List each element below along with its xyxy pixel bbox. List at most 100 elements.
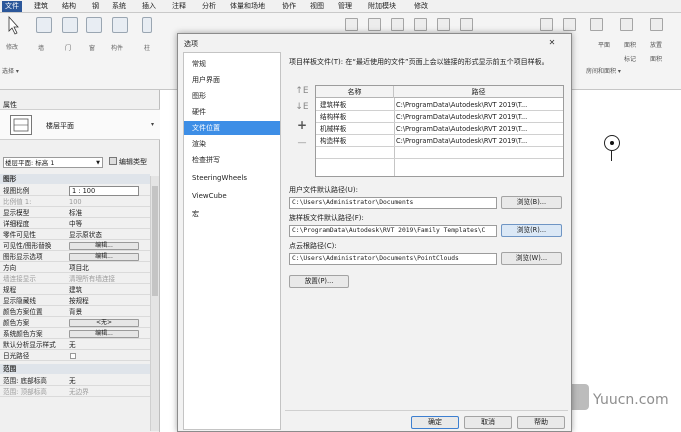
remove-icon[interactable]: — bbox=[295, 138, 309, 148]
wall-icon bbox=[36, 17, 52, 33]
tab-modify[interactable]: 修改 bbox=[414, 1, 428, 12]
nav-item-macros[interactable]: 宏 bbox=[184, 207, 280, 221]
nav-item-spelling[interactable]: 检查拼写 bbox=[184, 153, 280, 167]
prop-row[interactable]: 详细程度 中等 bbox=[0, 219, 150, 229]
table-row-empty[interactable] bbox=[316, 147, 563, 159]
table-row[interactable]: 建筑样板 C:\ProgramData\Autodesk\RVT 2019\T..… bbox=[316, 99, 563, 111]
tab-manage[interactable]: 管理 bbox=[338, 1, 352, 12]
nav-item-user-interface[interactable]: 用户界面 bbox=[184, 73, 280, 87]
tool-icon[interactable] bbox=[563, 18, 576, 31]
floor-plan-icon bbox=[10, 115, 32, 135]
cancel-button[interactable]: 取消 bbox=[464, 416, 512, 429]
properties-scrollbar[interactable] bbox=[150, 176, 159, 431]
col-path-header[interactable]: 路径 bbox=[394, 86, 563, 98]
prop-row[interactable]: 颜色方案位置 背景 bbox=[0, 307, 150, 317]
tab-systems[interactable]: 系统 bbox=[112, 1, 126, 12]
tag-icon[interactable] bbox=[650, 18, 663, 31]
project-templates-label: 项目样板文件(T): 在“最近使用的文件”页面上会以链接的形式显示前五个项目样板… bbox=[289, 58, 549, 66]
browse-family-path-button[interactable]: 浏览(R)... bbox=[501, 224, 562, 237]
tab-analyze[interactable]: 分析 bbox=[202, 1, 216, 12]
prop-row[interactable]: 范围: 底部标高无 bbox=[0, 376, 150, 386]
type-selector[interactable]: 楼层平面 ▾ bbox=[0, 109, 160, 140]
tool-icon[interactable] bbox=[368, 18, 381, 31]
color-scheme-button[interactable]: <无> bbox=[69, 319, 139, 327]
nav-item-general[interactable]: 常规 bbox=[184, 57, 280, 71]
tab-architecture[interactable]: 建筑 bbox=[34, 1, 48, 12]
user-path-input[interactable]: C:\Users\Administrator\Documents bbox=[289, 197, 497, 209]
window-icon bbox=[86, 17, 102, 33]
room-icon[interactable] bbox=[590, 18, 603, 31]
prop-row: 图形显示选项 编辑... bbox=[0, 252, 150, 262]
prop-row: 可见性/图形替换 编辑... bbox=[0, 241, 150, 251]
tab-add-ins[interactable]: 附加模块 bbox=[368, 1, 396, 12]
tab-collaborate[interactable]: 协作 bbox=[282, 1, 296, 12]
close-icon[interactable]: ✕ bbox=[538, 37, 566, 49]
area-icon[interactable] bbox=[620, 18, 633, 31]
nav-item-hardware[interactable]: 硬件 bbox=[184, 105, 280, 119]
tab-view[interactable]: 视图 bbox=[310, 1, 324, 12]
view-scale-field[interactable]: 1 : 100 bbox=[69, 186, 139, 196]
tool-icon[interactable] bbox=[414, 18, 427, 31]
properties-palette: 属性 楼层平面 ▾ 楼层平面: 标高 1 ▼ 编辑类型 图形 视图比例 1 : 1… bbox=[0, 90, 160, 432]
edit-type-button[interactable]: 编辑类型 bbox=[109, 157, 147, 168]
rooms-area-group-label[interactable]: 房间和面积 ▾ bbox=[586, 66, 621, 75]
tab-massing-site[interactable]: 体量和场地 bbox=[230, 1, 265, 12]
table-row[interactable]: 机械样板 C:\ProgramData\Autodesk\RVT 2019\T..… bbox=[316, 123, 563, 135]
prop-row[interactable]: 规程 建筑 bbox=[0, 285, 150, 295]
prop-row[interactable]: 方向 项目北 bbox=[0, 263, 150, 273]
tab-structure[interactable]: 结构 bbox=[62, 1, 76, 12]
move-up-icon[interactable]: ↑E bbox=[295, 86, 309, 96]
system-color-scheme-button[interactable]: 编辑... bbox=[69, 330, 139, 338]
help-button[interactable]: 帮助 bbox=[517, 416, 565, 429]
chevron-down-icon: ▼ bbox=[96, 160, 100, 166]
ok-button[interactable]: 确定 bbox=[411, 416, 459, 429]
browse-point-cloud-button[interactable]: 浏览(W)... bbox=[501, 252, 562, 265]
table-row[interactable]: 构造样板 C:\ProgramData\Autodesk\RVT 2019\T..… bbox=[316, 135, 563, 147]
nav-item-graphics[interactable]: 图形 bbox=[184, 89, 280, 103]
prop-row[interactable]: 显示隐藏线 按规程 bbox=[0, 296, 150, 306]
select-dropdown[interactable]: 选择 ▾ bbox=[2, 66, 19, 75]
col-name-header[interactable]: 名称 bbox=[316, 86, 394, 98]
tab-insert[interactable]: 插入 bbox=[142, 1, 156, 12]
move-down-icon[interactable]: ↓E bbox=[295, 102, 309, 112]
text-tool-icon[interactable] bbox=[437, 18, 450, 31]
tab-annotate[interactable]: 注释 bbox=[172, 1, 186, 12]
edit-visibility-button[interactable]: 编辑... bbox=[69, 242, 139, 250]
prop-row[interactable]: 零件可见性 显示原状态 bbox=[0, 230, 150, 240]
instance-filter-select[interactable]: 楼层平面: 标高 1 ▼ bbox=[3, 157, 103, 168]
places-button[interactable]: 放置(P)... bbox=[289, 275, 349, 288]
sun-path-checkbox[interactable] bbox=[70, 353, 76, 359]
footer-divider bbox=[285, 410, 568, 411]
point-cloud-path-input[interactable]: C:\Users\Administrator\Documents\PointCl… bbox=[289, 253, 497, 265]
tab-steel[interactable]: 钢 bbox=[92, 1, 99, 12]
nav-item-steeringwheels[interactable]: SteeringWheels bbox=[184, 171, 280, 185]
prop-row: 系统颜色方案 编辑... bbox=[0, 329, 150, 339]
column-icon bbox=[142, 17, 152, 33]
prop-row[interactable]: 显示模型 标准 bbox=[0, 208, 150, 218]
tool-icon[interactable] bbox=[391, 18, 404, 31]
group-header-extents[interactable]: 范围 bbox=[0, 364, 150, 374]
component-icon bbox=[112, 17, 128, 33]
table-row[interactable]: 结构样板 C:\ProgramData\Autodesk\RVT 2019\T..… bbox=[316, 111, 563, 123]
watermark: Yuucn.com bbox=[567, 378, 677, 418]
table-header: 名称 路径 bbox=[316, 86, 563, 98]
edit-graphic-display-button[interactable]: 编辑... bbox=[69, 253, 139, 261]
nav-item-file-locations[interactable]: 文件位置 bbox=[184, 121, 280, 135]
tool-icon[interactable] bbox=[540, 18, 553, 31]
tool-icon[interactable] bbox=[460, 18, 473, 31]
dialog-title: 选项 bbox=[184, 40, 198, 48]
scrollbar-thumb[interactable] bbox=[152, 186, 158, 296]
tool-icon[interactable] bbox=[345, 18, 358, 31]
prop-row[interactable]: 默认分析显示样式无 bbox=[0, 340, 150, 350]
nav-item-rendering[interactable]: 渲染 bbox=[184, 137, 280, 151]
add-icon[interactable]: + bbox=[295, 118, 309, 132]
browse-user-path-button[interactable]: 浏览(B)... bbox=[501, 196, 562, 209]
group-header-graphics[interactable]: 图形 bbox=[0, 174, 150, 184]
tab-file[interactable]: 文件 bbox=[2, 1, 22, 12]
nav-item-viewcube[interactable]: ViewCube bbox=[184, 189, 280, 203]
prop-row: 范围: 顶部标高 无边界 bbox=[0, 387, 150, 397]
prop-row: 比例值 1: 100 bbox=[0, 197, 150, 207]
cursor-arrow-icon bbox=[8, 15, 20, 36]
chevron-down-icon[interactable]: ▾ bbox=[151, 121, 154, 128]
family-template-path-input[interactable]: C:\ProgramData\Autodesk\RVT 2019\Family … bbox=[289, 225, 497, 237]
